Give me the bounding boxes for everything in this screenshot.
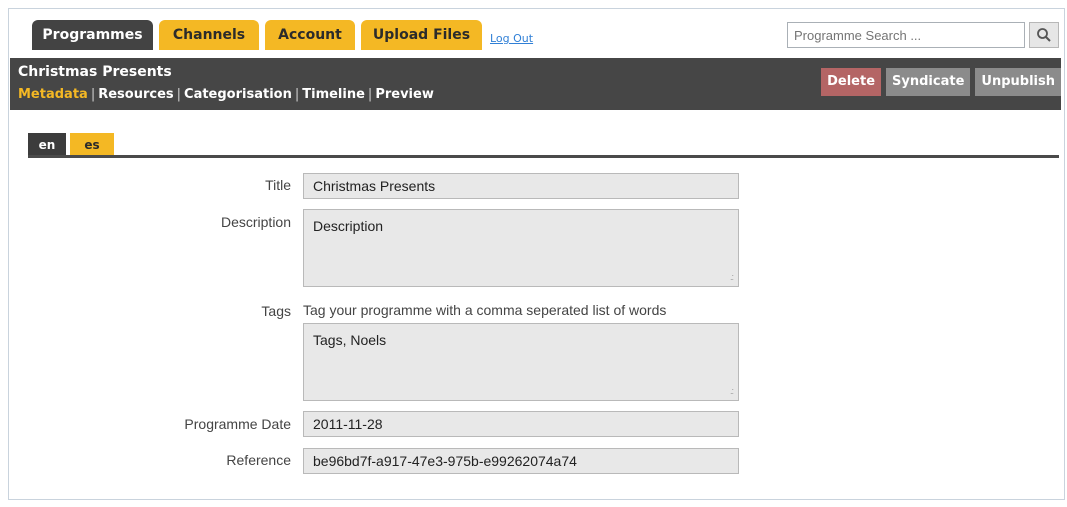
description-text: Description bbox=[313, 218, 384, 234]
tab-upload-files[interactable]: Upload Files bbox=[361, 20, 482, 50]
tags-text: Tags, Noels bbox=[313, 332, 387, 348]
subnav-separator: | bbox=[294, 87, 300, 102]
subnav-separator: | bbox=[90, 87, 96, 102]
tab-programmes[interactable]: Programmes bbox=[32, 20, 153, 50]
logout-link[interactable]: Log Out bbox=[490, 32, 533, 45]
search-area bbox=[781, 22, 1061, 50]
magnifier-icon bbox=[1037, 28, 1051, 42]
tab-account[interactable]: Account bbox=[265, 20, 355, 50]
description-field[interactable]: Description .: bbox=[303, 209, 739, 287]
language-tab-underline bbox=[28, 155, 1059, 158]
unpublish-button[interactable]: Unpublish bbox=[975, 68, 1061, 96]
reference-label: Reference bbox=[226, 452, 291, 468]
title-field[interactable]: Christmas Presents bbox=[303, 173, 739, 199]
description-label: Description bbox=[220, 214, 291, 230]
search-button[interactable] bbox=[1029, 22, 1059, 48]
language-tab-es[interactable]: es bbox=[70, 133, 114, 157]
reference-field[interactable]: be96bd7f-a917-47e3-975b-e99262074a74 bbox=[303, 448, 739, 474]
programme-header: Christmas Presents Metadata | Resources | Ca… bbox=[10, 58, 1061, 110]
programme-title: Christmas Presents bbox=[18, 64, 172, 80]
subnav-preview[interactable]: Preview bbox=[375, 87, 434, 102]
language-tab-en[interactable]: en bbox=[28, 133, 66, 157]
programme-date-field[interactable]: 2011-11-28 bbox=[303, 411, 739, 437]
programme-search-input[interactable] bbox=[787, 22, 1025, 48]
resize-grip-icon[interactable]: .: bbox=[730, 386, 734, 396]
programme-actions: Delete Syndicate Unpublish bbox=[821, 68, 1061, 96]
tags-field[interactable]: Tags, Noels .: bbox=[303, 323, 739, 401]
tags-label: Tags bbox=[261, 303, 291, 319]
syndicate-button[interactable]: Syndicate bbox=[886, 68, 971, 96]
tags-hint: Tag your programme with a comma seperate… bbox=[303, 302, 667, 318]
title-label: Title bbox=[265, 177, 291, 193]
programme-date-label: Programme Date bbox=[184, 416, 291, 432]
programme-subnav: Metadata | Resources | Categorisation | Timeli… bbox=[18, 87, 434, 102]
subnav-categorisation[interactable]: Categorisation bbox=[184, 87, 292, 102]
tab-channels[interactable]: Channels bbox=[159, 20, 259, 50]
subnav-timeline[interactable]: Timeline bbox=[302, 87, 365, 102]
subnav-separator: | bbox=[367, 87, 373, 102]
subnav-separator: | bbox=[176, 87, 182, 102]
subnav-metadata[interactable]: Metadata bbox=[18, 87, 88, 102]
resize-grip-icon[interactable]: .: bbox=[730, 272, 734, 282]
top-navigation: Programmes Channels Account Upload Files… bbox=[10, 12, 1061, 58]
subnav-resources[interactable]: Resources bbox=[98, 87, 173, 102]
delete-button[interactable]: Delete bbox=[821, 68, 882, 96]
